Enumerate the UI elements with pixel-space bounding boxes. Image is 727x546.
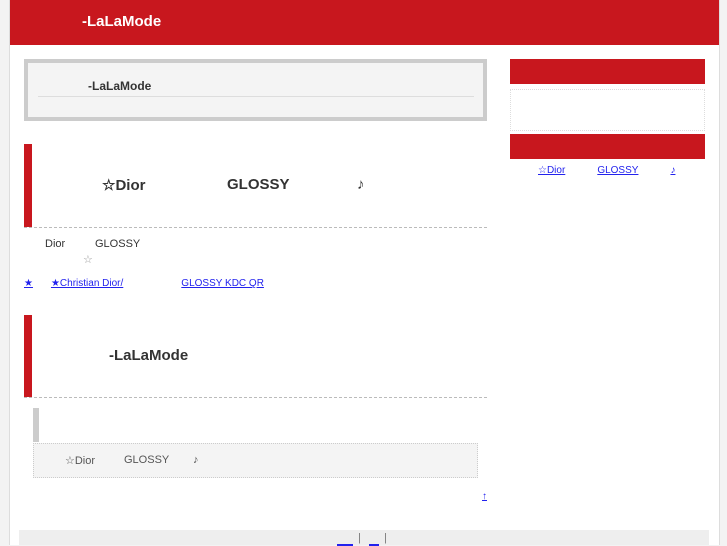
footer-separator: | bbox=[384, 532, 387, 544]
page: -LaLaMode -LaLaMode ☆Dior GLOSSY ♪ Dior … bbox=[9, 0, 720, 546]
page-top-link[interactable]: ↑ bbox=[453, 491, 487, 502]
sidebar-recent-post-link[interactable]: ☆Dior GLOSSY ♪ bbox=[520, 165, 675, 176]
intro-title: -LaLaMode bbox=[88, 79, 152, 93]
title-accent-bar bbox=[24, 315, 32, 397]
post-title: ☆Dior GLOSSY ♪ bbox=[24, 144, 487, 228]
divider bbox=[38, 96, 474, 97]
footer-link[interactable] bbox=[369, 534, 379, 546]
post-body-star: ☆ bbox=[83, 254, 93, 266]
footer-link[interactable] bbox=[337, 534, 353, 546]
footer-separator: | bbox=[358, 532, 361, 544]
post-body-text: GLOSSY bbox=[95, 238, 141, 250]
title-part: ☆Dior bbox=[102, 177, 146, 194]
title-part: GLOSSY bbox=[227, 176, 290, 193]
intro-box: -LaLaMode bbox=[24, 59, 487, 121]
post-body-text: Dior bbox=[45, 238, 66, 250]
sidebar-widget-header bbox=[510, 59, 705, 84]
footer: | | bbox=[19, 530, 709, 546]
related-post-item[interactable]: ☆Dior GLOSSY ♪ bbox=[33, 443, 478, 478]
section-title: -LaLaMode bbox=[24, 315, 487, 398]
related-text: ☆Dior bbox=[65, 455, 96, 467]
product-link[interactable]: ★ ★Christian Dior/GLOSSY KDC QR bbox=[24, 278, 279, 289]
related-text: GLOSSY bbox=[124, 454, 170, 466]
title-part: ♪ bbox=[357, 176, 365, 193]
sidebar-widget-header bbox=[510, 134, 705, 159]
section-title-text: -LaLaMode bbox=[109, 347, 189, 364]
related-accent-bar bbox=[33, 408, 39, 442]
site-header: -LaLaMode bbox=[10, 0, 719, 45]
site-title-link[interactable]: -LaLaMode bbox=[82, 13, 161, 30]
sidebar-widget-box bbox=[510, 89, 705, 131]
related-text: ♪ bbox=[193, 454, 199, 466]
title-accent-bar bbox=[24, 144, 32, 227]
